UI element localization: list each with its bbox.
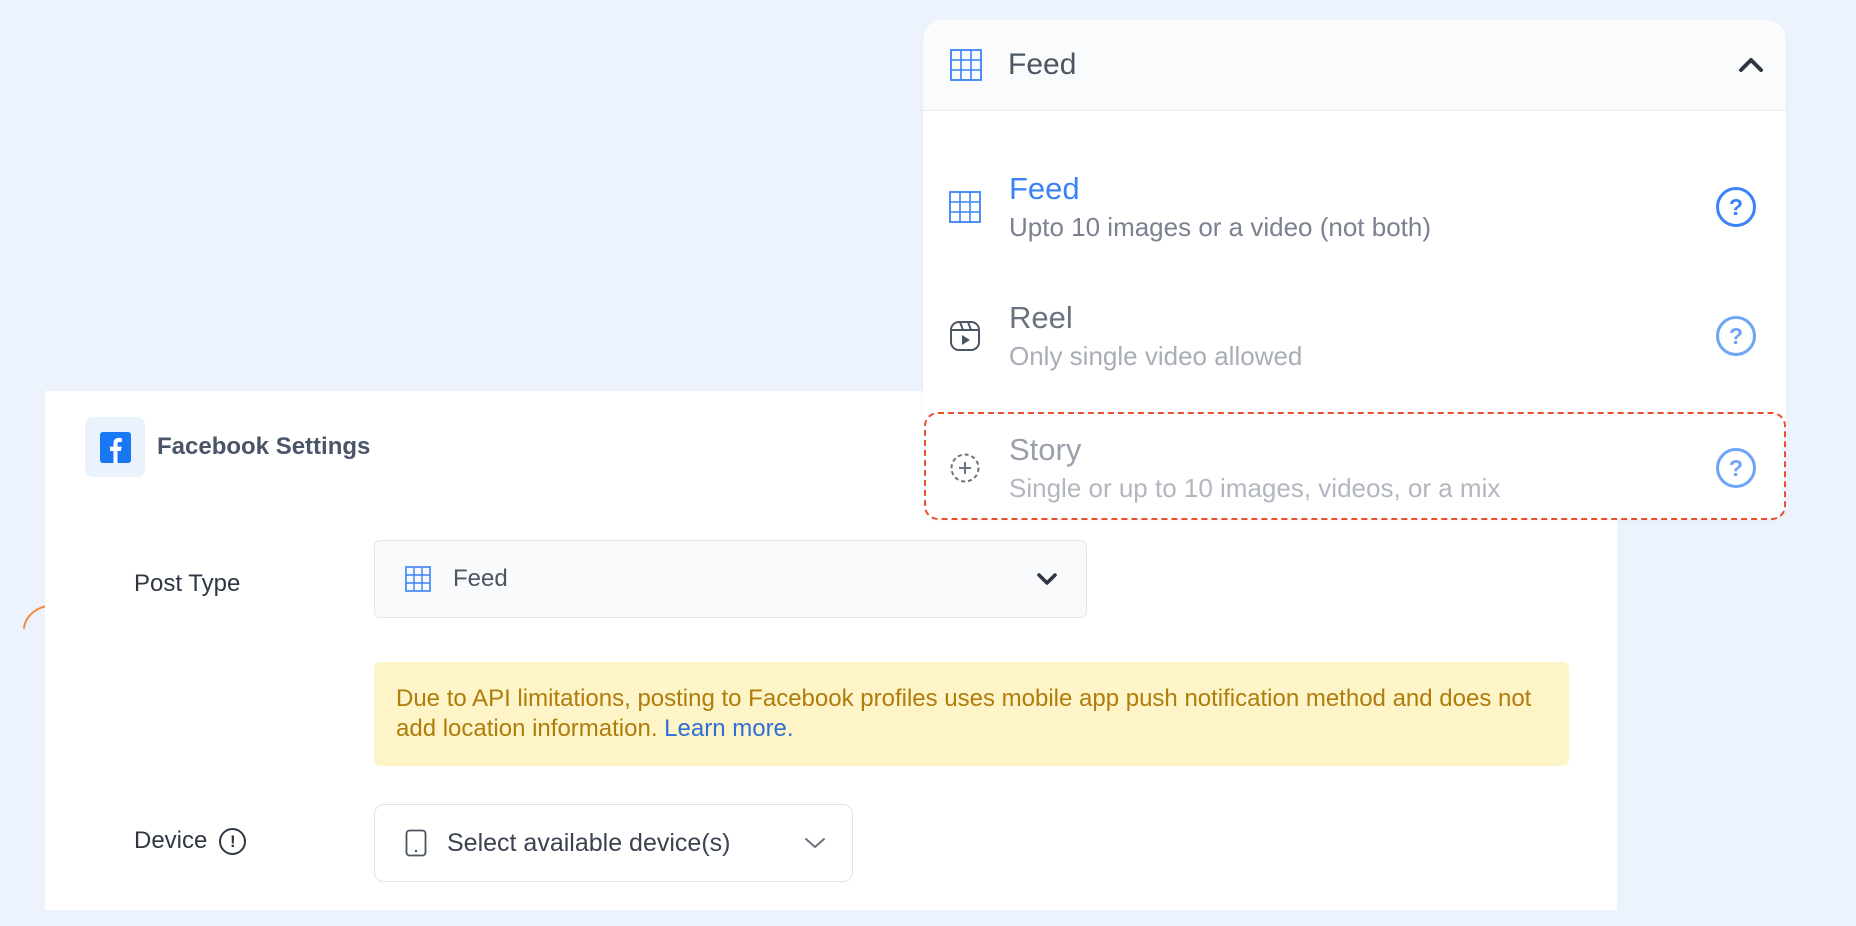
option-reel[interactable]: Reel Only single video allowed ?: [923, 281, 1786, 391]
device-select[interactable]: Select available device(s): [374, 804, 853, 882]
help-icon[interactable]: ?: [1716, 187, 1756, 227]
api-limitation-alert: Due to API limitations, posting to Faceb…: [374, 662, 1569, 766]
tablet-icon: [405, 829, 427, 857]
option-title: Story: [1009, 432, 1082, 467]
option-title: Feed: [1009, 171, 1080, 206]
grid-icon: [405, 566, 431, 592]
post-type-dropdown: Feed Feed Upto 10 images or a video (not…: [923, 20, 1786, 520]
option-story[interactable]: Story Single or up to 10 images, videos,…: [923, 413, 1786, 523]
grid-icon: [949, 191, 981, 223]
learn-more-link[interactable]: Learn more.: [664, 715, 793, 742]
post-type-value: Feed: [453, 565, 508, 592]
option-feed[interactable]: Feed Upto 10 images or a video (not both…: [923, 152, 1786, 262]
option-text: Reel Only single video allowed: [1009, 299, 1716, 373]
settings-header: Facebook Settings: [85, 417, 370, 477]
option-description: Only single video allowed: [1009, 341, 1303, 371]
chevron-down-icon: [1037, 573, 1057, 585]
reel-icon: [950, 321, 980, 351]
grid-icon: [950, 49, 982, 81]
device-label: Device: [134, 827, 208, 854]
facebook-logo-box: [85, 417, 145, 477]
chevron-up-icon[interactable]: [1738, 57, 1764, 73]
facebook-logo-icon: [99, 431, 131, 463]
dropdown-header[interactable]: Feed: [923, 20, 1786, 111]
option-text: Feed Upto 10 images or a video (not both…: [1009, 170, 1716, 244]
settings-title: Facebook Settings: [157, 433, 371, 460]
dropdown-selected-label: Feed: [1008, 48, 1077, 81]
device-placeholder: Select available device(s): [447, 828, 731, 857]
chevron-down-icon: [805, 838, 825, 848]
story-icon: [950, 453, 980, 483]
option-text: Story Single or up to 10 images, videos,…: [1009, 431, 1716, 505]
help-icon[interactable]: ?: [1716, 316, 1756, 356]
help-icon[interactable]: ?: [1716, 448, 1756, 488]
option-description: Upto 10 images or a video (not both): [1009, 212, 1432, 242]
option-title: Reel: [1009, 300, 1073, 335]
option-description: Single or up to 10 images, videos, or a …: [1009, 473, 1501, 503]
post-type-select[interactable]: Feed: [374, 540, 1087, 618]
alert-text: Due to API limitations, posting to Faceb…: [396, 685, 1532, 742]
post-type-label: Post Type: [134, 570, 241, 597]
device-label-row: Device !: [134, 827, 247, 855]
info-icon[interactable]: !: [219, 827, 247, 855]
